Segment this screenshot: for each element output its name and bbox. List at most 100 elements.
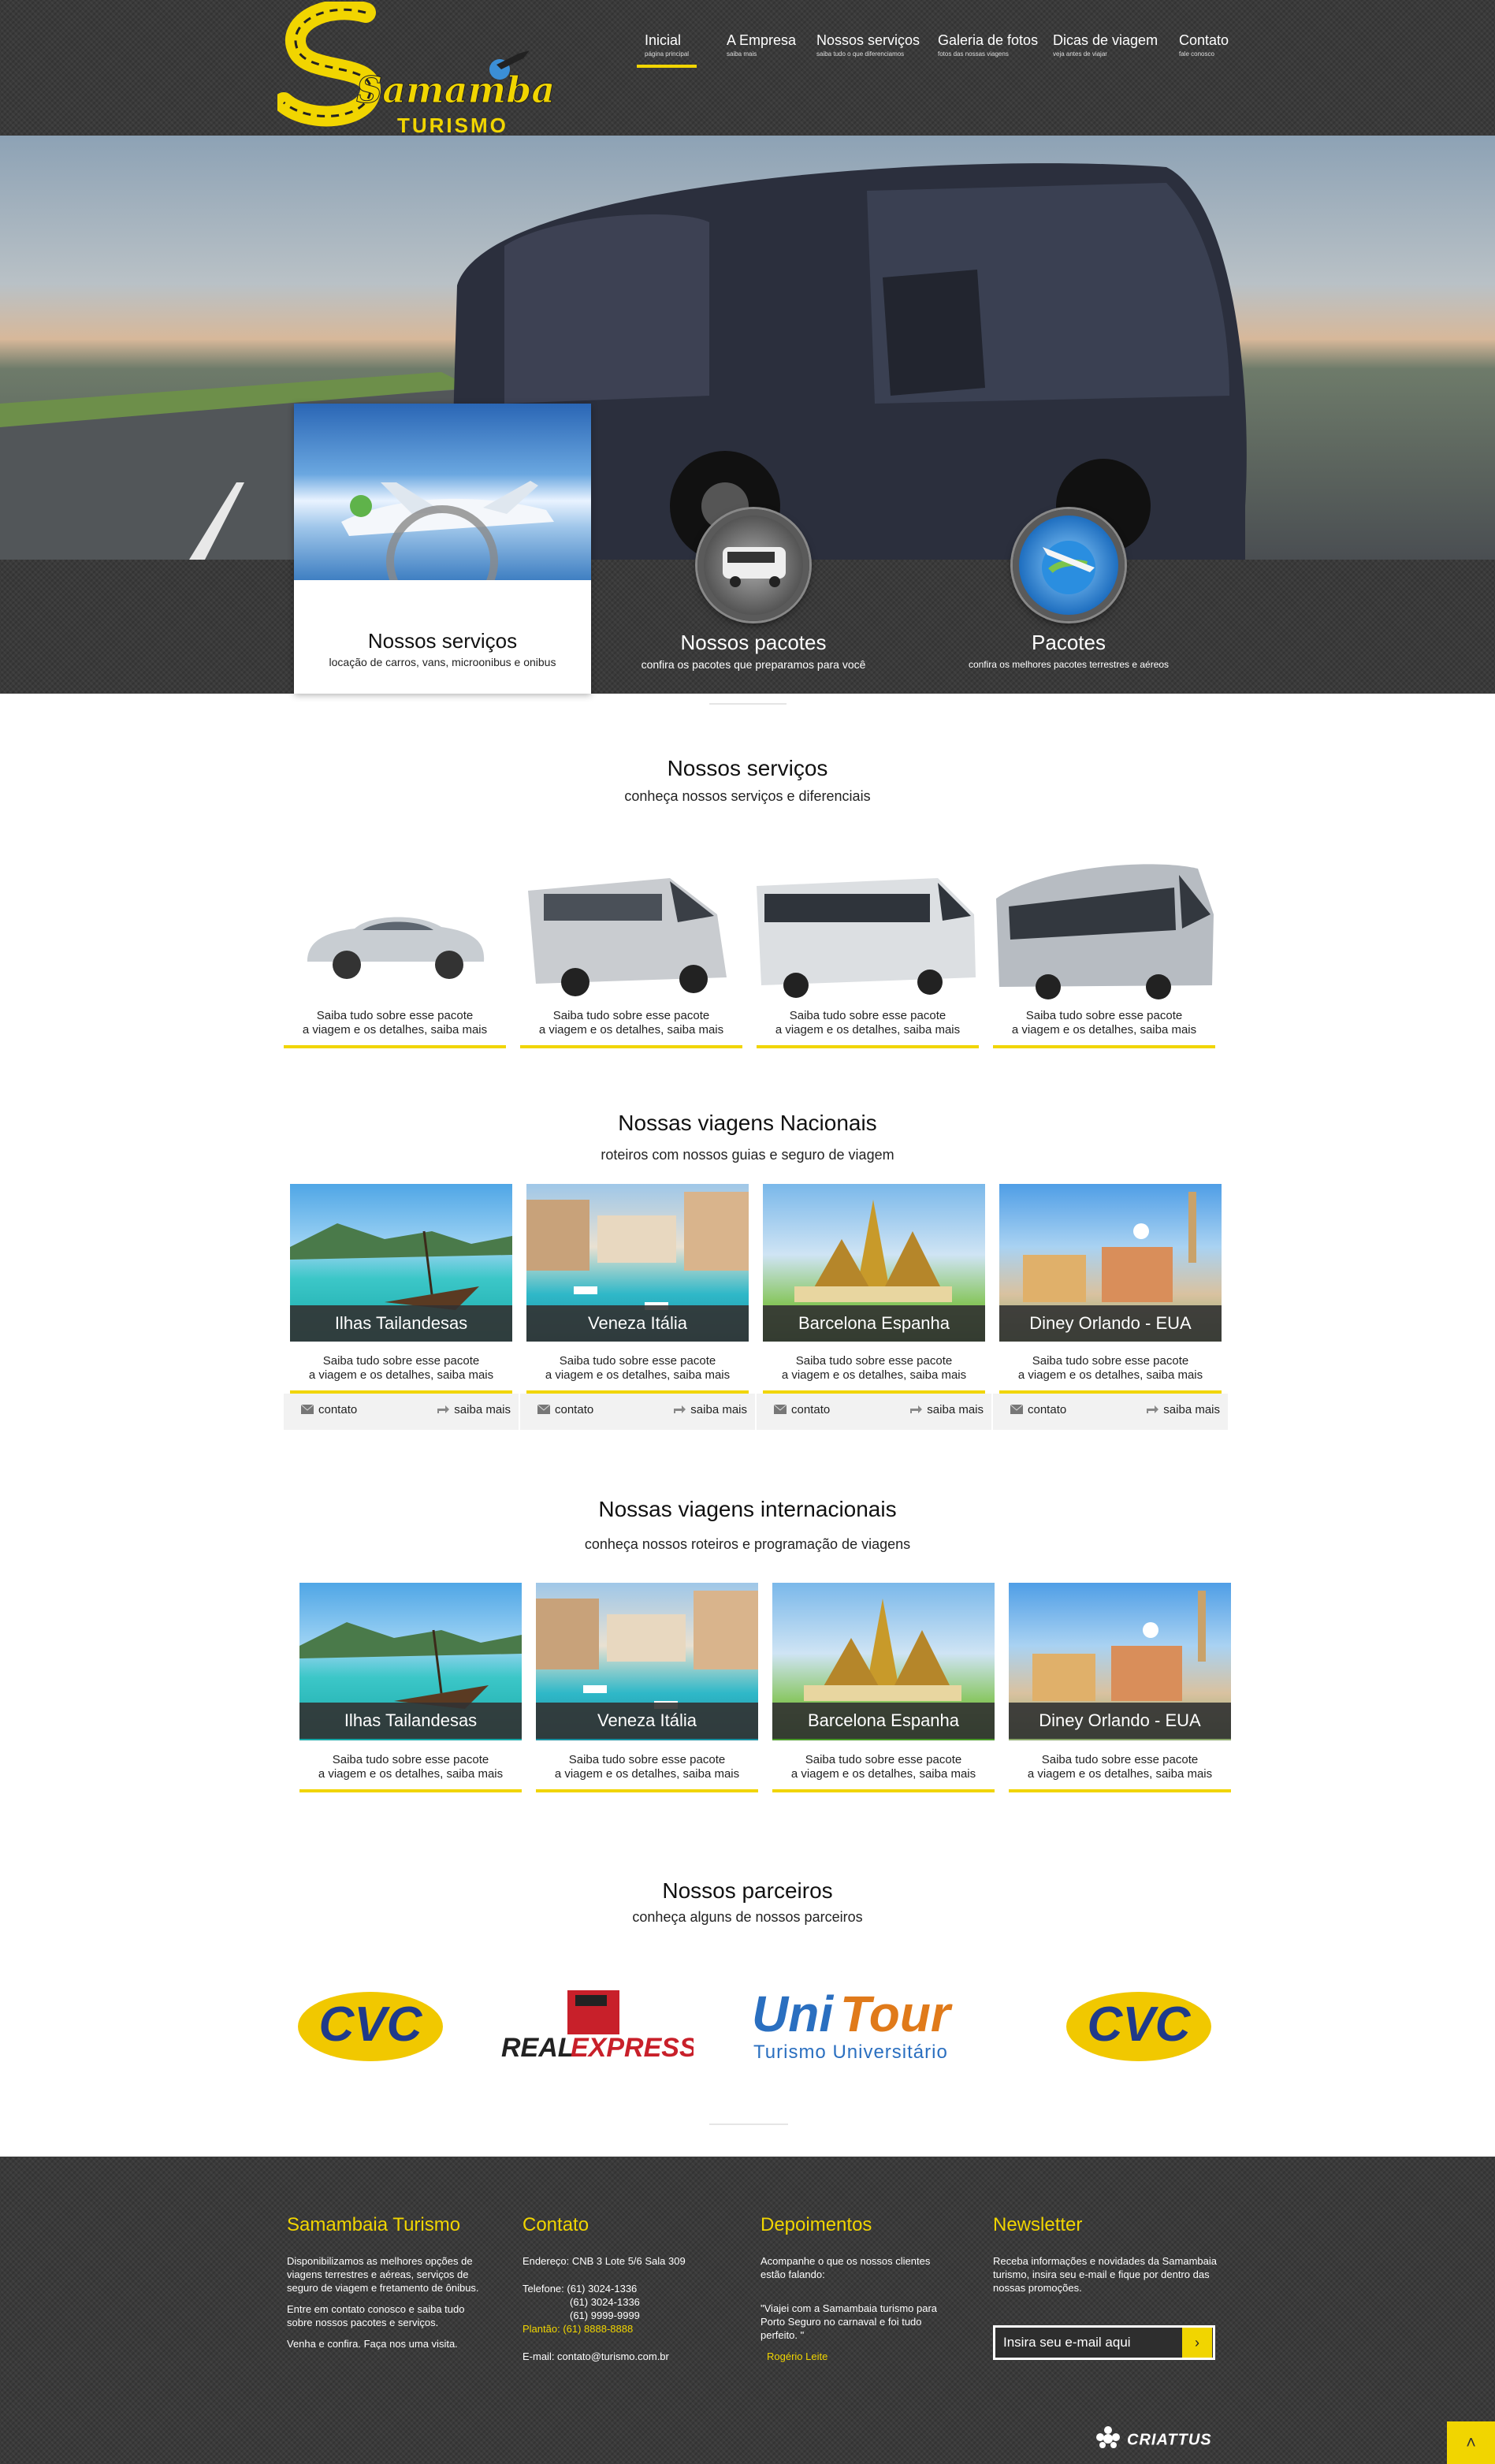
contact-address: Endereço: CNB 3 Lote 5/6 Sala 309 — [523, 2255, 686, 2267]
nav-sublabel: fotos das nossas viagens — [938, 50, 1009, 58]
svg-text:CVC: CVC — [1088, 1997, 1192, 2052]
svg-text:EXPRESSO: EXPRESSO — [571, 2033, 694, 2063]
van-image — [520, 859, 742, 1003]
card-caption: a viagem e os detalhes, saiba mais — [790, 1767, 976, 1781]
card-footer: contato saiba mais — [757, 1394, 991, 1430]
bus-icon — [697, 509, 809, 621]
contact-email[interactable]: E-mail: contato@turismo.com.br — [523, 2350, 727, 2363]
card-caption: Saiba tudo sobre esse pacote — [316, 1009, 474, 1022]
section-subtitle: conheça alguns de nossos parceiros — [632, 1909, 863, 1925]
card-caption: Saiba tudo sobre esse pacote — [1032, 1354, 1189, 1368]
partner-logo-cvc[interactable]: CVC — [292, 1971, 449, 2081]
card-caption: Saiba tudo sobre esse pacote — [1041, 1753, 1199, 1766]
bus-image — [993, 851, 1215, 1003]
partner-logo-unitour[interactable]: Uni Tour Turismo Universitário — [749, 1971, 993, 2081]
nav-item-contato[interactable]: Contato fale conosco — [1179, 32, 1229, 60]
destination-label: Ilhas Tailandesas — [290, 1305, 512, 1342]
card-caption: a viagem e os detalhes, saiba mais — [781, 1368, 967, 1382]
criattus-credit[interactable]: CRIATTUS — [1094, 2426, 1212, 2455]
svg-text:REAL: REAL — [501, 2033, 575, 2063]
destination-label: Barcelona Espanha — [772, 1703, 995, 1739]
feature-card-servicos[interactable]: Nossos serviços locação de carros, vans,… — [294, 404, 591, 694]
yellow-underline — [1009, 1789, 1231, 1792]
site-footer — [0, 2157, 1495, 2464]
card-caption: a viagem e os detalhes, saiba mais — [545, 1368, 731, 1382]
phone-number: (61) 3024-1336 — [567, 2283, 638, 2295]
partner-logo-realexpresso[interactable]: REALEXPRESSO — [496, 1971, 694, 2081]
footer-testimonials: Depoimentos Acompanhe o que os nossos cl… — [761, 2213, 942, 2371]
share-icon — [437, 1404, 450, 1417]
hero-bus-image — [0, 163, 1247, 560]
yellow-underline — [757, 1045, 979, 1048]
more-link[interactable]: saiba mais — [673, 1403, 747, 1417]
footer-text: Disponibilizamos as melhores opções de v… — [287, 2255, 479, 2294]
more-link[interactable]: saiba mais — [1146, 1403, 1220, 1417]
divider — [709, 703, 787, 705]
card-caption: a viagem e os detalhes, saiba mais — [1027, 1767, 1213, 1781]
nav-item-nossos-servicos[interactable]: Nossos serviços saiba tudo o que diferen… — [816, 32, 920, 60]
card-caption: a viagem e os detalhes, saiba mais — [302, 1023, 488, 1037]
card-footer: contato saiba mais — [520, 1394, 755, 1430]
car-image — [284, 859, 506, 1003]
footer-text: Entre em contato conosco e saiba tudo so… — [287, 2303, 465, 2328]
envelope-icon — [537, 1404, 551, 1417]
contact-label: contato — [555, 1403, 594, 1416]
nav-item-galeria[interactable]: Galeria de fotos fotos das nossas viagen… — [938, 32, 1038, 60]
more-link[interactable]: saiba mais — [909, 1403, 984, 1417]
partner-logo-cvc[interactable]: CVC — [1060, 1971, 1218, 2081]
footer-newsletter: Newsletter Receba informações e novidade… — [993, 2213, 1222, 2302]
share-icon — [909, 1404, 923, 1417]
feature-card-pacotes-aereos[interactable]: Pacotes confira os melhores pacotes terr… — [920, 509, 1217, 694]
destination-label: Veneza Itália — [526, 1305, 749, 1342]
feature-desc: locação de carros, vans, microonibus e o… — [329, 656, 556, 668]
feature-title: Nossos pacotes — [680, 631, 827, 654]
card-caption: Saiba tudo sobre esse pacote — [559, 1354, 716, 1368]
card-caption: a viagem e os detalhes, saiba mais — [1017, 1368, 1203, 1382]
card-caption: Saiba tudo sobre esse pacote — [332, 1753, 489, 1766]
yellow-underline — [993, 1045, 1215, 1048]
samambaia-logo[interactable]: Samambaia TURISMO — [273, 0, 593, 137]
nav-label: Dicas de viagem — [1053, 32, 1158, 48]
feature-card-pacotes[interactable]: Nossos pacotes confira os pacotes que pr… — [605, 509, 902, 694]
contact-link[interactable]: contato — [300, 1403, 357, 1417]
globe-plane-icon — [1013, 509, 1125, 621]
section-title: Nossos parceiros — [662, 1878, 833, 1903]
nav-sublabel: fale conosco — [1179, 50, 1214, 58]
contact-link[interactable]: contato — [1010, 1403, 1066, 1417]
destination-label: Diney Orlando - EUA — [1009, 1703, 1231, 1739]
hero-banner — [0, 136, 1495, 560]
feature-title: Nossos serviços — [367, 629, 518, 653]
footer-heading: Depoimentos — [761, 2214, 872, 2235]
contact-link[interactable]: contato — [773, 1403, 831, 1417]
card-caption: a viagem e os detalhes, saiba mais — [308, 1368, 494, 1382]
yellow-underline — [520, 1045, 742, 1048]
nav-item-inicial[interactable]: Inicial página principal — [637, 32, 697, 68]
destination-label: Veneza Itália — [536, 1703, 758, 1739]
yellow-underline — [536, 1789, 758, 1792]
contact-link[interactable]: contato — [537, 1403, 593, 1417]
nav-item-a-empresa[interactable]: A Empresa saiba mais — [727, 32, 796, 60]
yellow-underline — [299, 1789, 522, 1792]
criattus-flower-icon — [1094, 2426, 1122, 2455]
testimonial-quote: "Viajei com a Samambaia turismo para Por… — [761, 2302, 938, 2341]
microbus-image — [757, 859, 979, 1003]
back-to-top-button[interactable]: ˄ — [1447, 2421, 1495, 2464]
footer-about: Samambaia Turismo Disponibilizamos as me… — [287, 2213, 492, 2358]
feature-desc: confira os pacotes que preparamos para v… — [641, 658, 866, 671]
card-caption: Saiba tudo sobre esse pacote — [322, 1354, 480, 1368]
card-caption: Saiba tudo sobre esse pacote — [805, 1753, 962, 1766]
contact-label: contato — [791, 1403, 831, 1416]
nav-item-dicas[interactable]: Dicas de viagem veja antes de viajar — [1053, 32, 1158, 60]
card-caption: Saiba tudo sobre esse pacote — [568, 1753, 726, 1766]
section-subtitle: roteiros com nossos guias e seguro de vi… — [601, 1147, 894, 1163]
nav-label: Galeria de fotos — [938, 32, 1039, 48]
card-footer: contato saiba mais — [993, 1394, 1228, 1430]
card-caption: Saiba tudo sobre esse pacote — [552, 1009, 710, 1022]
svg-text:Turismo Universitário: Turismo Universitário — [753, 2042, 948, 2063]
nav-sublabel: saiba mais — [727, 50, 757, 58]
destination-label: Diney Orlando - EUA — [999, 1305, 1222, 1342]
card-caption: a viagem e os detalhes, saiba mais — [775, 1023, 961, 1037]
newsletter-submit-button[interactable]: › — [1182, 2328, 1212, 2358]
more-label: saiba mais — [1163, 1403, 1220, 1416]
more-link[interactable]: saiba mais — [437, 1403, 511, 1417]
